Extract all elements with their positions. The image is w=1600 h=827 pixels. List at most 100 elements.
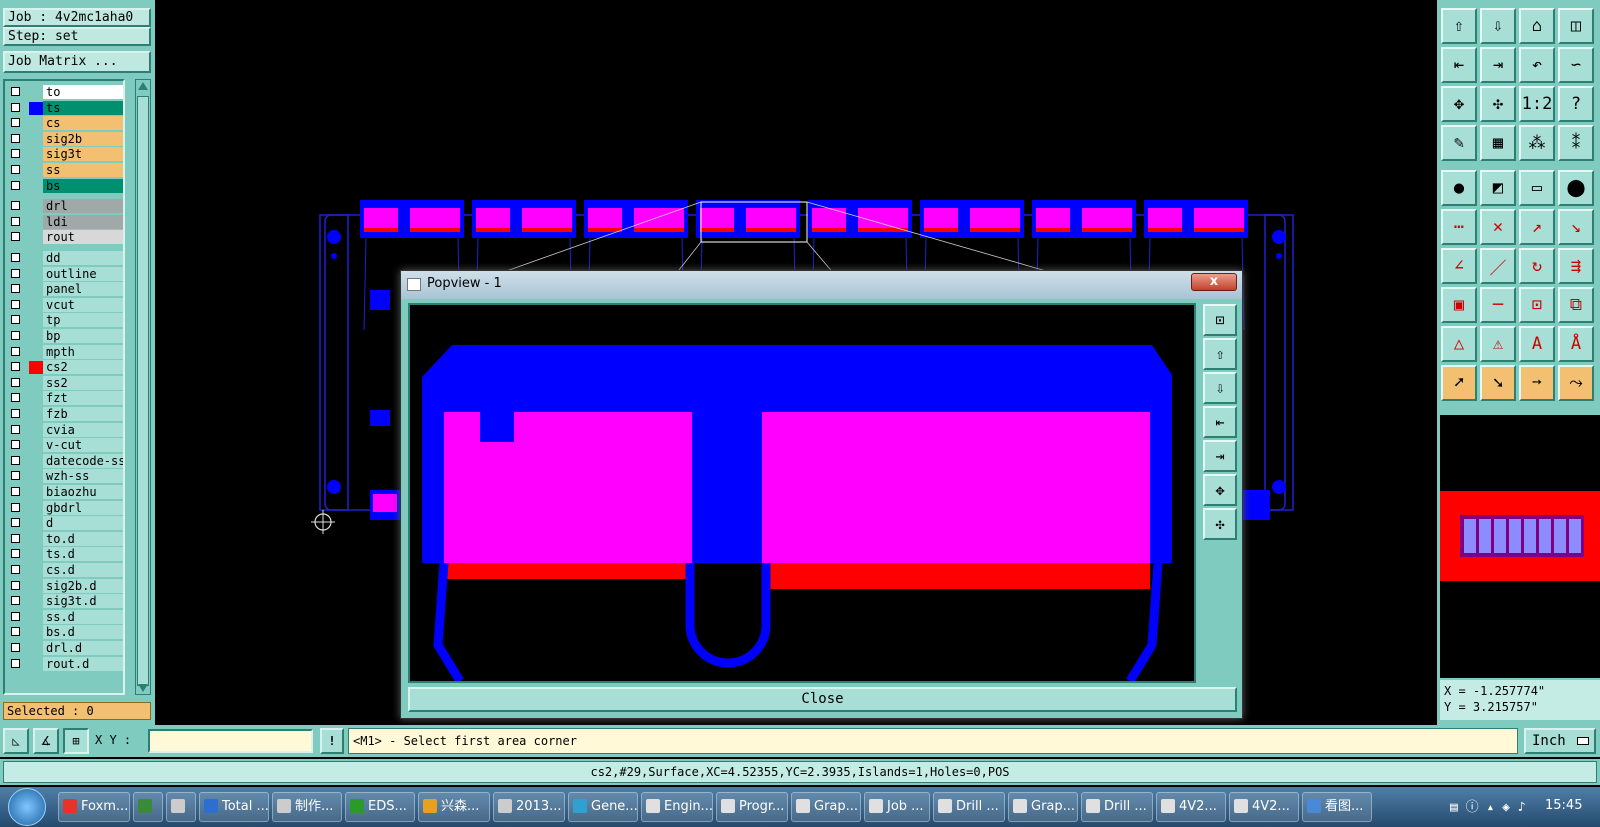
layer-checkbox[interactable] — [11, 165, 20, 174]
snap-red-icon[interactable]: ⁂ — [1519, 125, 1555, 161]
text-a2-icon[interactable]: Å — [1558, 326, 1594, 362]
center-icon[interactable]: ✣ — [1480, 86, 1516, 122]
circle-select-icon[interactable]: ● — [1441, 170, 1477, 206]
layer-list[interactable]: to ts cs sig2b sig3t ss bs drl ldi rout dd outline p… — [3, 79, 125, 695]
taskbar-item[interactable]: Engin... — [641, 792, 713, 822]
unit-select[interactable]: Inch — [1524, 728, 1596, 754]
delete-icon[interactable]: ✕ — [1480, 209, 1516, 245]
layer-row-panel[interactable]: panel — [5, 282, 123, 297]
layer-row-cs[interactable]: cs — [5, 116, 123, 131]
taskbar-item[interactable]: Gene... — [568, 792, 638, 822]
layer-checkbox[interactable] — [11, 299, 20, 309]
layer-row-ts[interactable]: ts — [5, 100, 123, 116]
popview-zoom-out-icon[interactable]: ✣ — [1203, 508, 1237, 540]
taskbar-item[interactable] — [166, 792, 196, 822]
taskbar-item[interactable]: 4V2... — [1156, 792, 1226, 822]
layer-row-ldi[interactable]: ldi — [5, 214, 123, 230]
layer-checkbox[interactable] — [11, 149, 20, 159]
dot-icon[interactable]: ⬤ — [1558, 170, 1594, 206]
layer-row-vcut[interactable]: vcut — [5, 297, 123, 313]
layer-row-to.d[interactable]: to.d — [5, 531, 123, 547]
ratio-icon[interactable]: 1:2 — [1519, 86, 1555, 122]
taskbar-item[interactable]: Foxm... — [58, 792, 130, 822]
layer-row-ss.d[interactable]: ss.d — [5, 609, 123, 625]
mirror-icon[interactable]: ◩ — [1480, 170, 1516, 206]
taskbar-item[interactable]: 4V2... — [1229, 792, 1299, 822]
layer-row-fzb[interactable]: fzb — [5, 407, 123, 422]
layer-checkbox[interactable] — [11, 87, 20, 96]
triangle-icon[interactable]: △ — [1441, 326, 1477, 362]
popview-fit-icon[interactable]: ⊡ — [1203, 304, 1237, 336]
layer-checkbox[interactable] — [11, 232, 20, 242]
layer-checkbox[interactable] — [11, 455, 20, 465]
layer-row-ss[interactable]: ss — [5, 163, 123, 178]
layer-list-scrollbar[interactable] — [135, 79, 151, 695]
start-button-icon[interactable] — [8, 788, 46, 826]
job-matrix-button[interactable]: Job Matrix ... — [3, 51, 151, 73]
layer-checkbox[interactable] — [11, 502, 20, 512]
layer-row-outline[interactable]: outline — [5, 266, 123, 282]
layer-checkbox[interactable] — [11, 533, 20, 543]
layer-checkbox[interactable] — [11, 102, 20, 112]
arrow-ne-icon[interactable]: ↗ — [1519, 209, 1555, 245]
layer-row-sig2b.d[interactable]: sig2b.d — [5, 578, 123, 594]
layer-checkbox[interactable] — [11, 331, 20, 340]
layer-row-drl.d[interactable]: drl.d — [5, 641, 123, 656]
layer-checkbox[interactable] — [11, 377, 20, 387]
layer-checkbox[interactable] — [11, 253, 20, 262]
taskbar-item[interactable]: Drill ... — [933, 792, 1005, 822]
taskbar-item[interactable]: Progr... — [716, 792, 788, 822]
excl-button[interactable]: ! — [320, 728, 344, 754]
scroll-up-icon[interactable] — [138, 82, 148, 90]
layer-row-fzt[interactable]: fzt — [5, 391, 123, 406]
layer-checkbox[interactable] — [11, 596, 20, 606]
grid-icon[interactable]: ▦ — [1480, 125, 1516, 161]
overview-map[interactable] — [1440, 415, 1600, 678]
grid-snap-icon[interactable]: ⊞ — [63, 728, 89, 754]
layer-checkbox[interactable] — [11, 565, 20, 574]
rotate-icon[interactable]: ↻ — [1519, 248, 1555, 284]
taskbar-item[interactable]: Job ... — [864, 792, 930, 822]
ruler-icon[interactable]: ▭ — [1519, 170, 1555, 206]
taskbar-item[interactable]: 2013... — [493, 792, 565, 822]
layer-checkbox[interactable] — [11, 284, 20, 294]
taskbar-item[interactable]: EDS... — [345, 792, 415, 822]
layer-row-d[interactable]: d — [5, 516, 123, 531]
layer-row-bs[interactable]: bs — [5, 178, 123, 194]
popview-pan-left-icon[interactable]: ⇤ — [1203, 406, 1237, 438]
arrow-se-icon[interactable]: ↘ — [1558, 209, 1594, 245]
layer-row-drl[interactable]: drl — [5, 199, 123, 214]
layer-checkbox[interactable] — [11, 424, 20, 434]
layer-checkbox[interactable] — [11, 201, 20, 211]
layer-checkbox[interactable] — [11, 658, 20, 668]
taskbar-item[interactable]: 制作... — [272, 792, 342, 822]
taskbar-item[interactable]: Grap... — [791, 792, 861, 822]
text-a-icon[interactable]: A — [1519, 326, 1555, 362]
layer-row-dd[interactable]: dd — [5, 251, 123, 266]
angle-icon[interactable]: ∡ — [33, 728, 59, 754]
layer-checkbox[interactable] — [11, 133, 20, 143]
layer-checkbox[interactable] — [11, 518, 20, 528]
layer-checkbox[interactable] — [11, 362, 20, 372]
popview-canvas[interactable] — [408, 303, 1196, 683]
layer-checkbox[interactable] — [11, 216, 20, 226]
route-icon[interactable]: ⤳ — [1558, 365, 1594, 401]
layer-checkbox[interactable] — [11, 487, 20, 496]
copy-icon[interactable]: ⧉ — [1558, 287, 1594, 323]
layer-row-ts.d[interactable]: ts.d — [5, 547, 123, 562]
move-down-icon[interactable]: ⇩ — [1480, 8, 1516, 44]
layer-row-to[interactable]: to — [5, 85, 123, 100]
layer-row-bs.d[interactable]: bs.d — [5, 625, 123, 640]
move-up-icon[interactable]: ⇧ — [1441, 8, 1477, 44]
measure-icon[interactable]: ◺ — [3, 728, 29, 754]
cursor-orange-icon[interactable]: ➙ — [1519, 365, 1555, 401]
taskbar-item[interactable]: 看图... — [1302, 792, 1372, 822]
layer-checkbox[interactable] — [11, 580, 20, 590]
undo-icon[interactable]: ↶ — [1519, 47, 1555, 83]
scroll-down-icon[interactable] — [138, 684, 148, 692]
dash-icon[interactable]: ─ — [1480, 287, 1516, 323]
layer-checkbox[interactable] — [11, 611, 20, 621]
layer-row-cvia[interactable]: cvia — [5, 422, 123, 438]
taskbar-item[interactable]: Grap... — [1008, 792, 1078, 822]
layer-row-gbdrl[interactable]: gbdrl — [5, 500, 123, 516]
